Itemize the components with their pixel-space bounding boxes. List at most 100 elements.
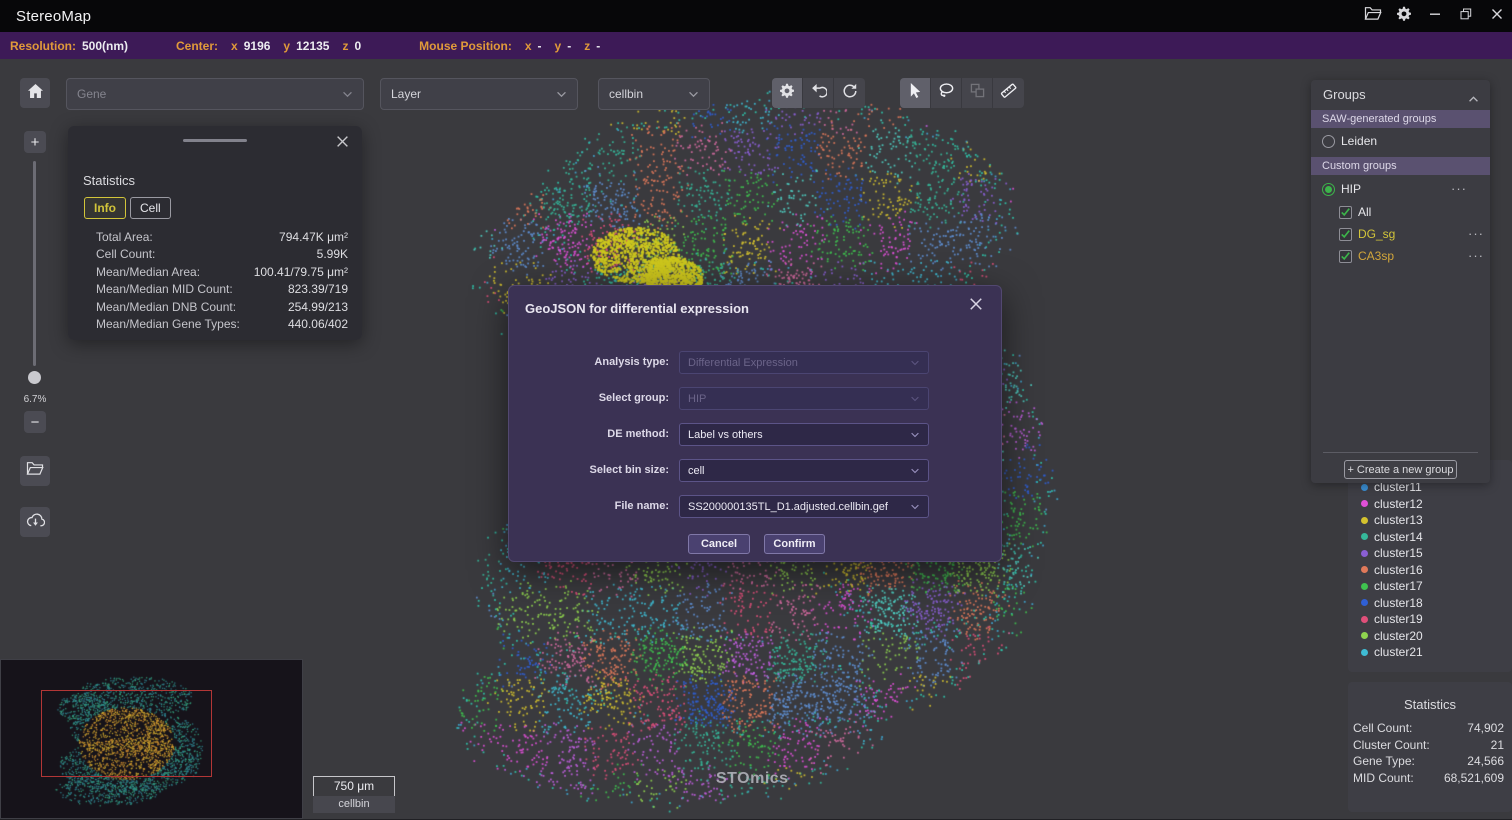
- ellipsis-menu-icon[interactable]: ···: [1468, 229, 1484, 239]
- cluster-item[interactable]: cluster14: [1348, 529, 1512, 546]
- file-name-select[interactable]: SS200000135TL_D1.adjusted.cellbin.gef: [679, 495, 929, 518]
- geojson-export-dialog: GeoJSON for differential expression Anal…: [508, 285, 1002, 562]
- group-select: HIP: [679, 387, 929, 410]
- stats-rows: Total Area:794.47K μm² Cell Count:5.99K …: [96, 229, 348, 333]
- checkbox-checked-icon[interactable]: [1339, 228, 1352, 241]
- refresh-button[interactable]: [834, 78, 865, 108]
- measure-tool-button[interactable]: [993, 78, 1024, 108]
- group-child-all[interactable]: All: [1339, 203, 1371, 221]
- cluster-item[interactable]: cluster13: [1348, 512, 1512, 529]
- restore-button[interactable]: [1450, 0, 1481, 32]
- cluster-label: cluster14: [1374, 530, 1423, 544]
- cluster-color-dot: [1361, 500, 1368, 507]
- titlebar: StereoMap: [0, 0, 1512, 32]
- viewport-rectangle[interactable]: [41, 690, 212, 777]
- selection-toolgroup: [900, 78, 1024, 108]
- cluster-label: cluster13: [1374, 513, 1423, 527]
- field-file-name: File name: SS200000135TL_D1.adjusted.cel…: [509, 495, 1003, 518]
- cluster-color-dot: [1361, 599, 1368, 606]
- open-project-button[interactable]: [1357, 0, 1388, 32]
- center-y-axis: y: [283, 39, 290, 53]
- lasso-tool-button[interactable]: [931, 78, 962, 108]
- home-button[interactable]: [20, 78, 50, 108]
- cluster-list-panel: cluster11 cluster12 cluster13 cluster14 …: [1348, 460, 1512, 672]
- de-method-select[interactable]: Label vs others: [679, 423, 929, 446]
- checkbox-checked-icon[interactable]: [1339, 250, 1352, 263]
- zoom-out-button[interactable]: −: [24, 411, 46, 433]
- view-settings-button[interactable]: [772, 78, 803, 108]
- bin-size-select[interactable]: cellbin: [598, 78, 710, 110]
- zoom-slider-handle[interactable]: [28, 371, 41, 384]
- zoom-in-button[interactable]: +: [24, 131, 46, 153]
- close-icon: [1491, 7, 1503, 25]
- close-button[interactable]: [1481, 0, 1512, 32]
- group-label: Leiden: [1341, 134, 1377, 148]
- cloud-download-icon: [26, 512, 45, 533]
- settings-button[interactable]: [1388, 0, 1419, 32]
- dialog-close-button[interactable]: [969, 297, 983, 316]
- field-analysis-type: Analysis type: Differential Expression: [509, 351, 1003, 374]
- confirm-button[interactable]: Confirm: [764, 534, 825, 554]
- cluster-label: cluster19: [1374, 612, 1423, 626]
- window-controls: [1357, 0, 1512, 32]
- divider: [1323, 452, 1478, 453]
- cluster-label: cluster15: [1374, 546, 1423, 560]
- folder-open-icon: [1364, 6, 1382, 26]
- group-child-ca3sp[interactable]: CA3sp ···: [1339, 247, 1479, 265]
- tab-cell[interactable]: Cell: [130, 197, 171, 219]
- cluster-item[interactable]: cluster21: [1348, 644, 1512, 661]
- cluster-color-dot: [1361, 550, 1368, 557]
- layer-select[interactable]: Layer: [380, 78, 578, 110]
- chevron-down-icon: [688, 91, 699, 98]
- stat-label: Cell Count:: [96, 246, 155, 263]
- cluster-item[interactable]: cluster17: [1348, 578, 1512, 595]
- saw-groups-header: SAW-generated groups: [1311, 110, 1490, 128]
- undo-button[interactable]: [803, 78, 834, 108]
- undo-icon: [810, 83, 827, 103]
- export-button[interactable]: [20, 507, 50, 537]
- group-item-leiden[interactable]: Leiden: [1322, 132, 1377, 150]
- file-manager-button[interactable]: [20, 456, 50, 486]
- cluster-item[interactable]: cluster16: [1348, 562, 1512, 579]
- stomics-watermark: STOmics: [716, 770, 789, 788]
- cluster-item[interactable]: cluster18: [1348, 595, 1512, 612]
- field-select-group: Select group: HIP: [509, 387, 1003, 410]
- stat-row: Cell Count:74,902: [1353, 720, 1504, 737]
- stat-value: 254.99/213: [288, 299, 348, 316]
- cluster-label: cluster20: [1374, 629, 1423, 643]
- select-value: Label vs others: [688, 429, 763, 441]
- panel-close-button[interactable]: [336, 135, 349, 153]
- select-value: HIP: [688, 393, 706, 405]
- cancel-button[interactable]: Cancel: [688, 534, 750, 554]
- field-label: Select bin size:: [509, 459, 669, 482]
- panel-drag-handle[interactable]: [183, 139, 247, 142]
- cluster-item[interactable]: cluster12: [1348, 496, 1512, 513]
- create-group-button[interactable]: + Create a new group: [1344, 460, 1457, 479]
- mouse-z-value: -: [596, 39, 600, 53]
- cluster-item[interactable]: cluster19: [1348, 611, 1512, 628]
- overview-minimap[interactable]: [0, 659, 303, 819]
- stat-row: Mean/Median Gene Types:440.06/402: [96, 316, 348, 333]
- pointer-tool-button[interactable]: [900, 78, 931, 108]
- stat-value: 440.06/402: [288, 316, 348, 333]
- cluster-item[interactable]: cluster20: [1348, 628, 1512, 645]
- ellipsis-menu-icon[interactable]: ···: [1468, 251, 1484, 261]
- group-item-hip[interactable]: HIP ···: [1322, 180, 1479, 198]
- cluster-item[interactable]: cluster15: [1348, 545, 1512, 562]
- field-label: Select group:: [509, 387, 669, 410]
- stat-row: Mean/Median DNB Count:254.99/213: [96, 299, 348, 316]
- stats-rows: Cell Count:74,902 Cluster Count:21 Gene …: [1348, 720, 1512, 786]
- gene-search-select[interactable]: Gene: [66, 78, 364, 110]
- checkbox-checked-icon[interactable]: [1339, 206, 1352, 219]
- radio-unselected-icon[interactable]: [1322, 135, 1335, 148]
- tab-info[interactable]: Info: [84, 197, 126, 219]
- collapse-panel-button[interactable]: [1468, 90, 1479, 108]
- radio-selected-icon[interactable]: [1322, 183, 1335, 196]
- close-icon: [336, 135, 349, 153]
- group-child-dg-sg[interactable]: DG_sg ···: [1339, 225, 1479, 243]
- dialog-bin-size-select[interactable]: cell: [679, 459, 929, 482]
- ellipsis-menu-icon[interactable]: ···: [1451, 184, 1467, 194]
- minimize-button[interactable]: [1419, 0, 1450, 32]
- bin-select-value: cellbin: [609, 87, 643, 101]
- zoom-slider-track[interactable]: [33, 161, 36, 366]
